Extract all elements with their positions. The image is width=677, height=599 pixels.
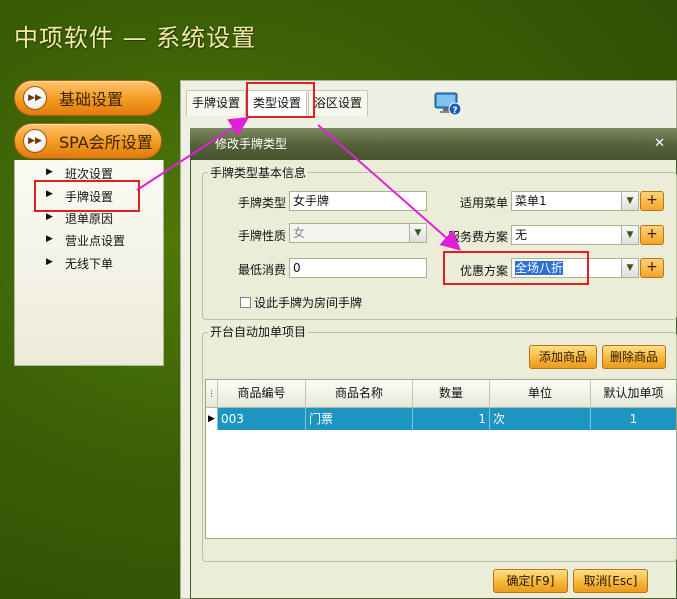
annotation-arrows [136,116,462,251]
arrow-line [136,116,250,191]
arrow-line [317,124,462,251]
